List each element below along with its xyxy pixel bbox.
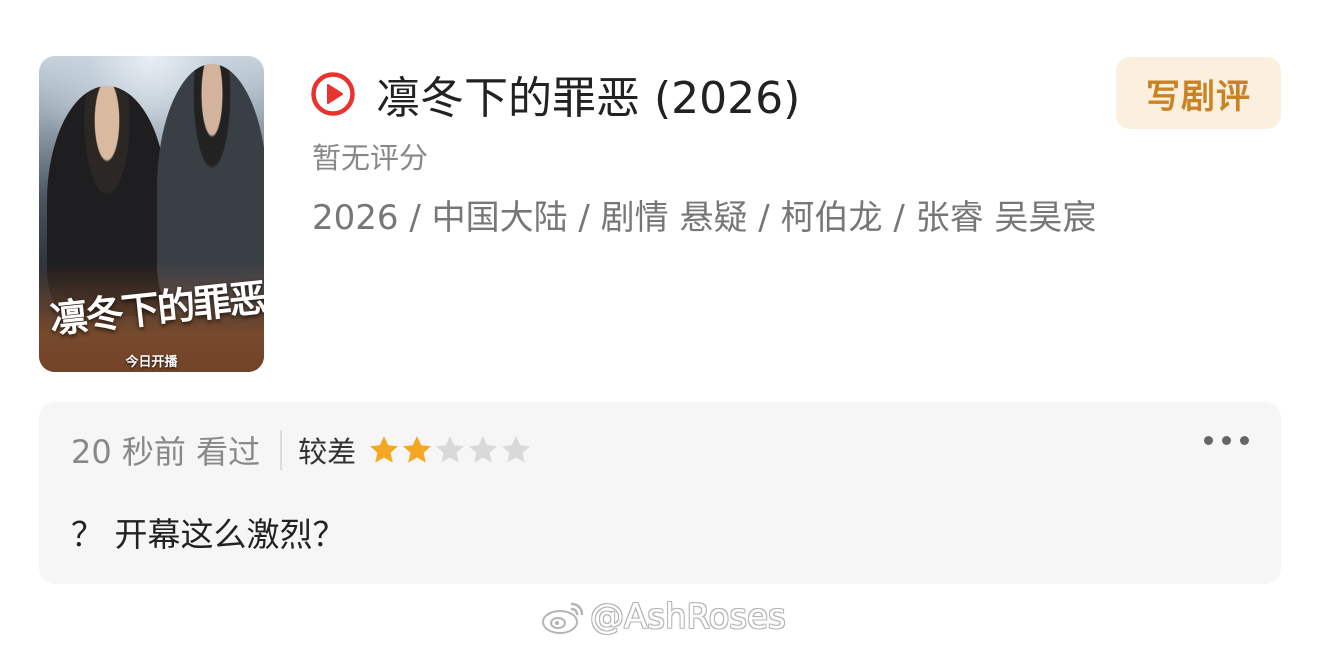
review-header: 20 秒前 看过 较差 — [71, 428, 532, 472]
weibo-logo-icon — [542, 602, 584, 634]
review-time: 20 秒前 看过 — [71, 433, 261, 471]
rating-status: 暂无评分 — [312, 141, 429, 175]
write-review-button[interactable]: 写剧评 — [1116, 57, 1281, 129]
dot — [1240, 436, 1249, 445]
star-filled-icon — [370, 436, 399, 463]
show-title[interactable]: 凛冬下的罪恶 (2026) — [376, 62, 800, 126]
star-rating — [368, 434, 532, 466]
dot — [1204, 436, 1213, 445]
rating-label: 较差 — [298, 435, 357, 469]
play-circle-icon[interactable] — [310, 71, 356, 117]
star-empty-icon — [436, 436, 465, 463]
title-row: 凛冬下的罪恶 (2026) — [310, 62, 800, 126]
star-filled-icon — [403, 436, 432, 463]
star-empty-icon — [502, 436, 531, 463]
dot — [1222, 436, 1231, 445]
review-card: 20 秒前 看过 较差 ？ 开幕这么激烈？ — [39, 402, 1281, 584]
header-divider — [280, 430, 283, 470]
watermark: @AshRoses — [540, 597, 786, 637]
review-comment: ？ 开幕这么激烈？ — [71, 515, 346, 554]
star-empty-icon — [469, 436, 498, 463]
show-meta: 2026 / 中国大陆 / 剧情 悬疑 / 柯伯龙 / 张睿 吴昊宸 — [312, 198, 1097, 238]
more-dots-icon[interactable] — [1204, 436, 1249, 445]
watermark-text: @AshRoses — [590, 597, 786, 637]
poster-image[interactable]: 凛冬下的罪恶 今日开播 — [39, 56, 264, 372]
poster-badge: 今日开播 — [125, 355, 178, 370]
